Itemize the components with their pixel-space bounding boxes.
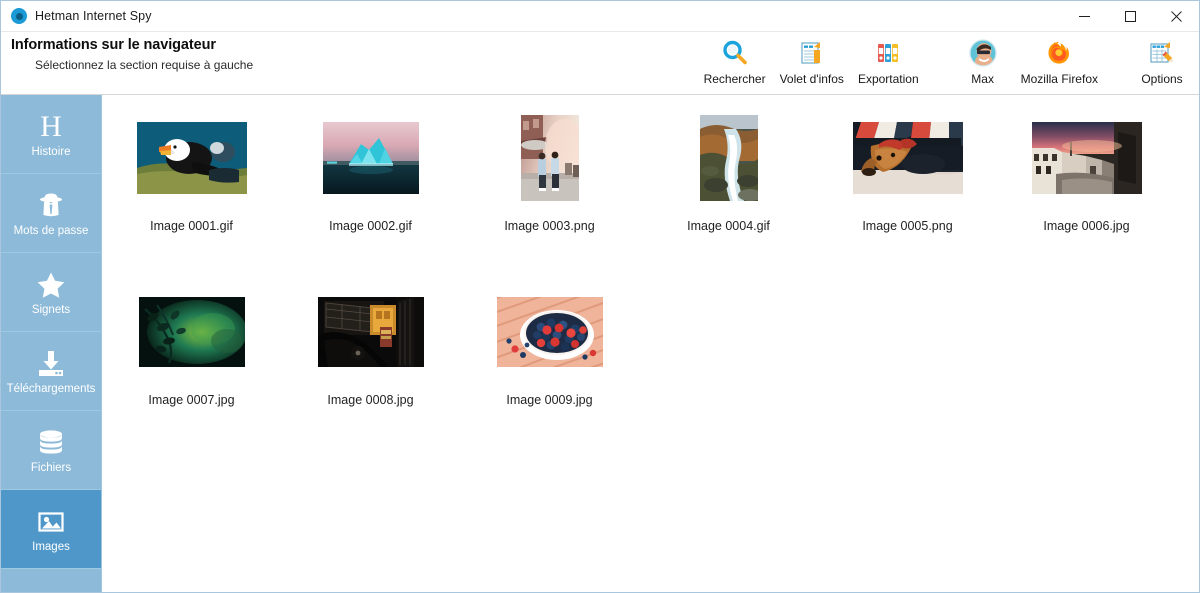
sidebar: H Histoire Mots de passe Signets Télécha… [1, 95, 102, 592]
thumbnail-wrap [1031, 113, 1142, 203]
thumbnail-image [520, 115, 579, 201]
sidebar-item-images[interactable]: Images [1, 490, 101, 569]
thumbnail-wrap [852, 113, 963, 203]
toolbar-button-browser-firefox[interactable]: Mozilla Firefox [1014, 32, 1105, 86]
thumbnail-wrap [136, 113, 247, 203]
thumbnail-wrap [138, 287, 245, 377]
image-filename: Image 0004.gif [687, 219, 770, 233]
toolbar-button-user-max[interactable]: Max [952, 32, 1014, 86]
image-grid-row: Image 0007.jpg Image 0008.jpg Image 0009… [102, 287, 1199, 407]
toolbar-label: Options [1141, 72, 1183, 86]
sidebar-item-histoire[interactable]: H Histoire [1, 95, 101, 174]
options-grid-pencil-icon [1148, 36, 1176, 70]
thumbnail-wrap [322, 113, 419, 203]
image-filename: Image 0005.png [862, 219, 953, 233]
download-icon [35, 347, 67, 381]
thumbnail-image [322, 122, 419, 194]
toolbar-button-volet-dinfos[interactable]: Volet d'infos [773, 32, 851, 86]
sidebar-item-mots-de-passe[interactable]: Mots de passe [1, 174, 101, 253]
sidebar-item-label: Fichiers [30, 462, 72, 474]
sidebar-item-signets[interactable]: Signets [1, 253, 101, 332]
letter-h-icon: H [40, 110, 62, 143]
image-item[interactable]: Image 0003.png [460, 113, 639, 233]
sidebar-item-label: Mots de passe [13, 225, 89, 237]
info-pane-icon [798, 36, 826, 70]
toolbar-button-rechercher[interactable]: Rechercher [697, 32, 773, 86]
sidebar-item-label: Signets [31, 304, 71, 316]
sidebar-item-label: Téléchargements [6, 383, 96, 395]
picture-icon [35, 505, 67, 539]
toolbar-label: Mozilla Firefox [1020, 72, 1098, 86]
image-filename: Image 0007.jpg [148, 393, 235, 407]
image-filename: Image 0009.jpg [506, 393, 593, 407]
image-filename: Image 0006.jpg [1043, 219, 1130, 233]
thumbnail-image [699, 115, 758, 201]
maximize-icon[interactable] [1107, 1, 1153, 32]
page-title: Informations sur le navigateur [11, 37, 216, 53]
sidebar-item-fichiers[interactable]: Fichiers [1, 411, 101, 490]
header-text-block: Informations sur le navigateur Sélection… [1, 32, 253, 72]
image-item[interactable]: Image 0002.gif [281, 113, 460, 233]
app-window: Hetman Internet Spy Informations sur le … [0, 0, 1200, 593]
window-title: Hetman Internet Spy [35, 9, 152, 23]
image-filename: Image 0008.jpg [327, 393, 414, 407]
thumbnail-image [496, 297, 603, 367]
eye-icon [11, 8, 27, 24]
image-item[interactable]: Image 0004.gif [639, 113, 818, 233]
image-grid-row: Image 0001.gif Image 0002.gif Image 0003… [102, 113, 1199, 233]
thumbnail-image [317, 297, 424, 367]
toolbar-label: Exportation [857, 72, 919, 86]
image-filename: Image 0002.gif [329, 219, 412, 233]
user-avatar-icon [968, 36, 997, 70]
toolbar-button-exportation[interactable]: Exportation [851, 32, 926, 86]
thumbnail-wrap [317, 287, 424, 377]
sidebar-item-label: Images [32, 541, 70, 553]
thumbnail-image [852, 122, 963, 194]
firefox-icon [1045, 36, 1073, 70]
image-item[interactable]: Image 0005.png [818, 113, 997, 233]
thumbnail-wrap [520, 113, 579, 203]
image-filename: Image 0003.png [504, 219, 595, 233]
image-item[interactable]: Image 0008.jpg [281, 287, 460, 407]
sidebar-empty-area [1, 569, 101, 592]
sidebar-item-telechargements[interactable]: Téléchargements [1, 332, 101, 411]
main-body: H Histoire Mots de passe Signets Télécha… [1, 94, 1199, 592]
toolbar-label: Rechercher [703, 72, 766, 86]
header-bar: Informations sur le navigateur Sélection… [1, 32, 1199, 94]
toolbar: Rechercher Volet d'infos Exportation Max… [697, 32, 1193, 94]
toolbar-button-options[interactable]: Options [1131, 32, 1193, 86]
image-item[interactable]: Image 0006.jpg [997, 113, 1176, 233]
thumbnail-image [1031, 122, 1142, 194]
export-binders-icon [874, 36, 902, 70]
thumbnail-wrap [699, 113, 758, 203]
image-item[interactable]: Image 0009.jpg [460, 287, 639, 407]
sidebar-item-label: Histoire [31, 146, 71, 158]
thumbnail-image [138, 297, 245, 367]
minimize-icon[interactable] [1061, 1, 1107, 32]
image-item[interactable]: Image 0001.gif [102, 113, 281, 233]
image-filename: Image 0001.gif [150, 219, 233, 233]
title-bar: Hetman Internet Spy [1, 1, 1199, 32]
close-icon[interactable] [1153, 1, 1199, 32]
thumbnail-image [136, 122, 247, 194]
search-icon [721, 36, 749, 70]
database-stack-icon [35, 426, 67, 460]
image-item[interactable]: Image 0007.jpg [102, 287, 281, 407]
star-icon [35, 268, 67, 302]
image-grid-panel: Image 0001.gif Image 0002.gif Image 0003… [102, 95, 1199, 592]
thumbnail-wrap [496, 287, 603, 377]
page-subtitle: Sélectionnez la section requise à gauche [35, 58, 254, 72]
toolbar-label: Volet d'infos [779, 72, 844, 86]
toolbar-label: Max [971, 72, 994, 86]
spy-hat-icon [35, 189, 67, 223]
